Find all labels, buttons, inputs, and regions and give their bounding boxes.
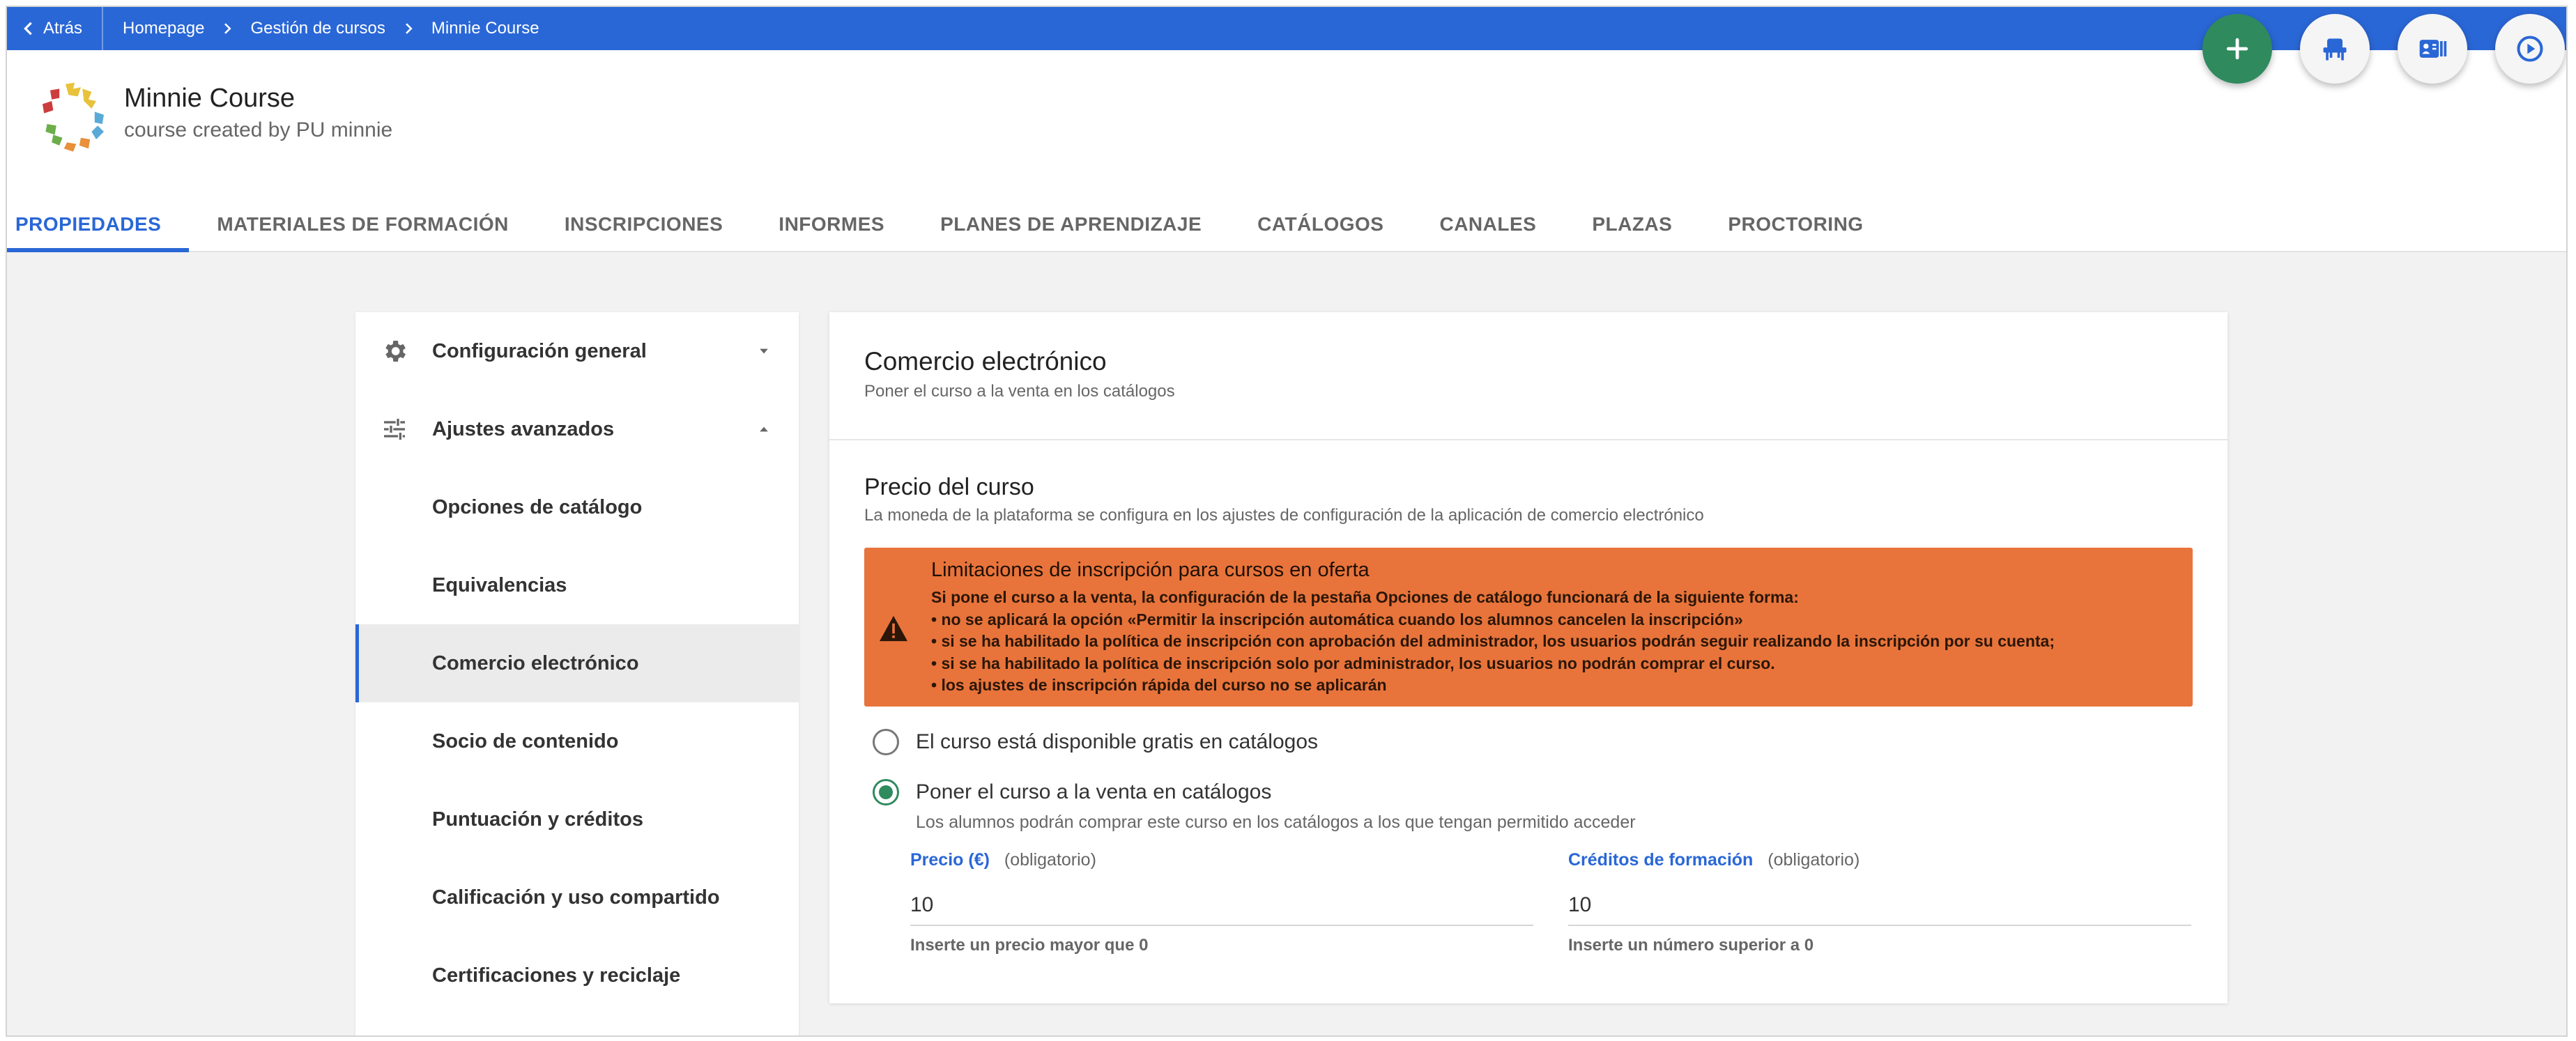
chevron-left-icon	[24, 22, 32, 36]
sidebar-item-catalog-options[interactable]: Opciones de catálogo	[355, 468, 799, 546]
warning-line: Si pone el curso a la venta, la configur…	[931, 588, 1799, 606]
warning-line: • no se aplicará la opción «Permitir la …	[931, 610, 1743, 629]
price-label: Precio (€)	[910, 850, 990, 870]
play-button[interactable]	[2495, 14, 2565, 84]
price-hint: Inserte un precio mayor que 0	[910, 936, 1149, 955]
free-radio[interactable]	[873, 729, 899, 755]
id-card-button[interactable]	[2398, 14, 2467, 84]
chevron-right-icon	[221, 22, 233, 35]
sliders-icon	[384, 419, 405, 440]
tab-seats[interactable]: PLAZAS	[1564, 196, 1700, 252]
course-logo	[43, 82, 104, 152]
sidebar-item-label: Ajustes avanzados	[432, 417, 615, 440]
warning-text: Si pone el curso a la venta, la configur…	[931, 587, 2055, 697]
sidebar-item-score-credits[interactable]: Puntuación y créditos	[355, 780, 799, 858]
settings-sidebar: Configuración general Ajustes avanzados …	[355, 312, 799, 1035]
tab-channels[interactable]: CANALES	[1411, 196, 1564, 252]
warning-icon	[880, 615, 907, 642]
tab-learning-plans[interactable]: PLANES DE APRENDIZAJE	[912, 196, 1229, 252]
free-option-label: El curso está disponible gratis en catál…	[916, 730, 1319, 753]
price-required: (obligatorio)	[1004, 850, 1096, 870]
tab-enrollments[interactable]: INSCRIPCIONES	[537, 196, 751, 252]
warning-line: • si se ha habilitado la política de ins…	[931, 654, 1775, 672]
course-header: Minnie Course course created by PU minni…	[7, 50, 2566, 252]
sale-option[interactable]: Poner el curso a la venta en catálogos	[873, 779, 1271, 805]
caret-up-icon	[760, 426, 768, 432]
credits-label: Créditos de formación	[1568, 850, 1754, 870]
warning-line: • si se ha habilitado la política de ins…	[931, 632, 2055, 650]
tab-bar: PROPIEDADES MATERIALES DE FORMACIÓN INSC…	[7, 196, 1892, 252]
sidebar-item-label: Socio de contenido	[432, 730, 619, 753]
credits-input[interactable]: 10	[1568, 886, 2191, 926]
add-button[interactable]	[2202, 14, 2272, 84]
tab-proctoring[interactable]: PROCTORING	[1700, 196, 1891, 252]
play-circle-icon	[2517, 36, 2543, 62]
plus-icon	[2226, 38, 2248, 60]
course-subtitle: course created by PU minnie	[124, 118, 393, 141]
breadcrumb-homepage[interactable]: Homepage	[123, 19, 204, 38]
tab-properties[interactable]: PROPIEDADES	[7, 196, 190, 252]
breadcrumb-current: Minnie Course	[431, 19, 539, 38]
panel-title: Comercio electrónico	[864, 347, 1107, 376]
sidebar-item-label: Comercio electrónico	[432, 651, 639, 674]
tab-catalogs[interactable]: CATÁLOGOS	[1229, 196, 1411, 252]
section-subtitle: La moneda de la plataforma se configura …	[864, 506, 1704, 525]
section-title: Precio del curso	[864, 474, 1034, 500]
price-field: Precio (€) (obligatorio) 10 Inserte un p…	[910, 850, 1533, 955]
gear-icon	[385, 341, 406, 362]
back-label: Atrás	[43, 19, 83, 38]
sidebar-item-label: Opciones de catálogo	[432, 495, 643, 518]
sale-radio[interactable]	[873, 779, 899, 805]
free-option[interactable]: El curso está disponible gratis en catál…	[873, 729, 1318, 755]
breadcrumb: Homepage Gestión de cursos Minnie Course	[103, 19, 539, 38]
price-input[interactable]: 10	[910, 886, 1533, 926]
credits-field: Créditos de formación (obligatorio) 10 I…	[1568, 850, 2191, 955]
sidebar-item-label: Puntuación y créditos	[432, 808, 643, 831]
sidebar-item-advanced-settings[interactable]: Ajustes avanzados	[355, 390, 799, 468]
sidebar-item-label: Configuración general	[432, 339, 647, 362]
course-title: Minnie Course	[124, 84, 295, 113]
ecommerce-panel: Comercio electrónico Poner el curso a la…	[829, 312, 2228, 1003]
sidebar-item-rating-sharing[interactable]: Calificación y uso compartido	[355, 858, 799, 936]
sidebar-item-label: Equivalencias	[432, 573, 567, 596]
sidebar-item-ecommerce[interactable]: Comercio electrónico	[355, 624, 799, 702]
sidebar-item-certifications[interactable]: Certificaciones y reciclaje	[355, 936, 799, 1015]
app-window: Atrás Homepage Gestión de cursos Minnie …	[6, 6, 2568, 1037]
chevron-right-icon	[402, 22, 415, 35]
tab-reports[interactable]: INFORMES	[751, 196, 912, 252]
warning-title: Limitaciones de inscripción para cursos …	[931, 559, 1370, 581]
id-card-icon	[2419, 40, 2447, 58]
seat-button[interactable]	[2300, 14, 2370, 84]
warning-banner: Limitaciones de inscripción para cursos …	[864, 548, 2193, 707]
sidebar-item-content-partner[interactable]: Socio de contenido	[355, 702, 799, 780]
sidebar-item-equivalences[interactable]: Equivalencias	[355, 546, 799, 624]
sale-option-description: Los alumnos podrán comprar este curso en…	[916, 812, 1636, 832]
breadcrumb-course-management[interactable]: Gestión de cursos	[250, 19, 385, 38]
panel-subtitle: Poner el curso a la venta en los catálog…	[864, 382, 1175, 401]
top-navigation-bar: Atrás Homepage Gestión de cursos Minnie …	[7, 7, 2566, 50]
panel-header: Comercio electrónico Poner el curso a la…	[829, 312, 2228, 440]
warning-line: • los ajustes de inscripción rápida del …	[931, 676, 1387, 694]
sale-option-label: Poner el curso a la venta en catálogos	[916, 780, 1272, 803]
credits-required: (obligatorio)	[1768, 850, 1860, 870]
back-button[interactable]: Atrás	[7, 7, 104, 50]
seat-icon	[2323, 38, 2347, 61]
sidebar-item-label: Certificaciones y reciclaje	[432, 964, 681, 987]
caret-down-icon	[760, 348, 768, 354]
sidebar-item-label: Calificación y uso compartido	[432, 886, 720, 909]
sidebar-item-general-settings[interactable]: Configuración general	[355, 312, 799, 390]
price-field-label: Precio (€) (obligatorio)	[910, 850, 1533, 870]
tab-training-materials[interactable]: MATERIALES DE FORMACIÓN	[189, 196, 537, 252]
credits-hint: Inserte un número superior a 0	[1568, 936, 1814, 955]
credits-field-label: Créditos de formación (obligatorio)	[1568, 850, 2191, 870]
